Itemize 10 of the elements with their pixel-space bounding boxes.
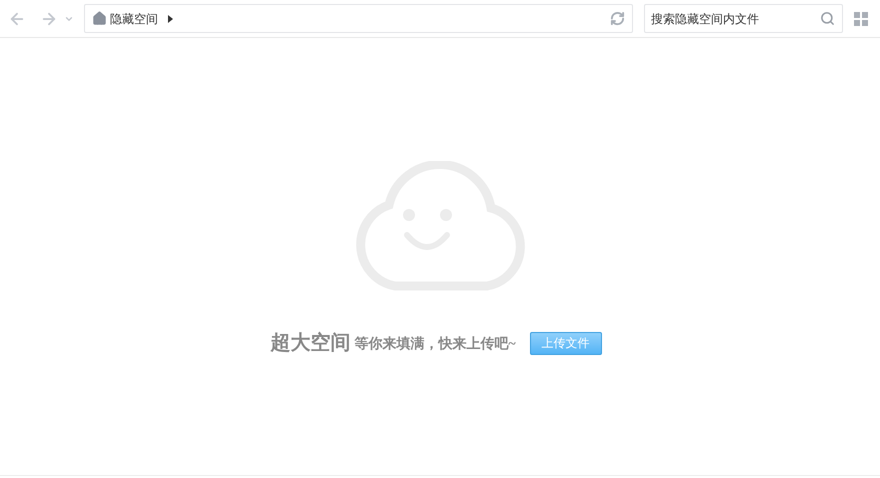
home-icon (92, 11, 107, 26)
caret-right-icon[interactable] (168, 14, 173, 22)
search-field[interactable]: 搜索隐藏空间内文件 (644, 4, 843, 33)
breadcrumb-item[interactable]: 隐藏空间 (110, 10, 158, 28)
grid-view-icon[interactable] (854, 12, 868, 26)
empty-message: 等你来填满，快来上传吧~ (354, 335, 516, 354)
refresh-icon[interactable] (610, 11, 625, 26)
empty-headline: 超大空间 (270, 330, 350, 356)
search-icon[interactable] (820, 11, 835, 26)
address-bar[interactable]: 隐藏空间 (84, 4, 633, 33)
